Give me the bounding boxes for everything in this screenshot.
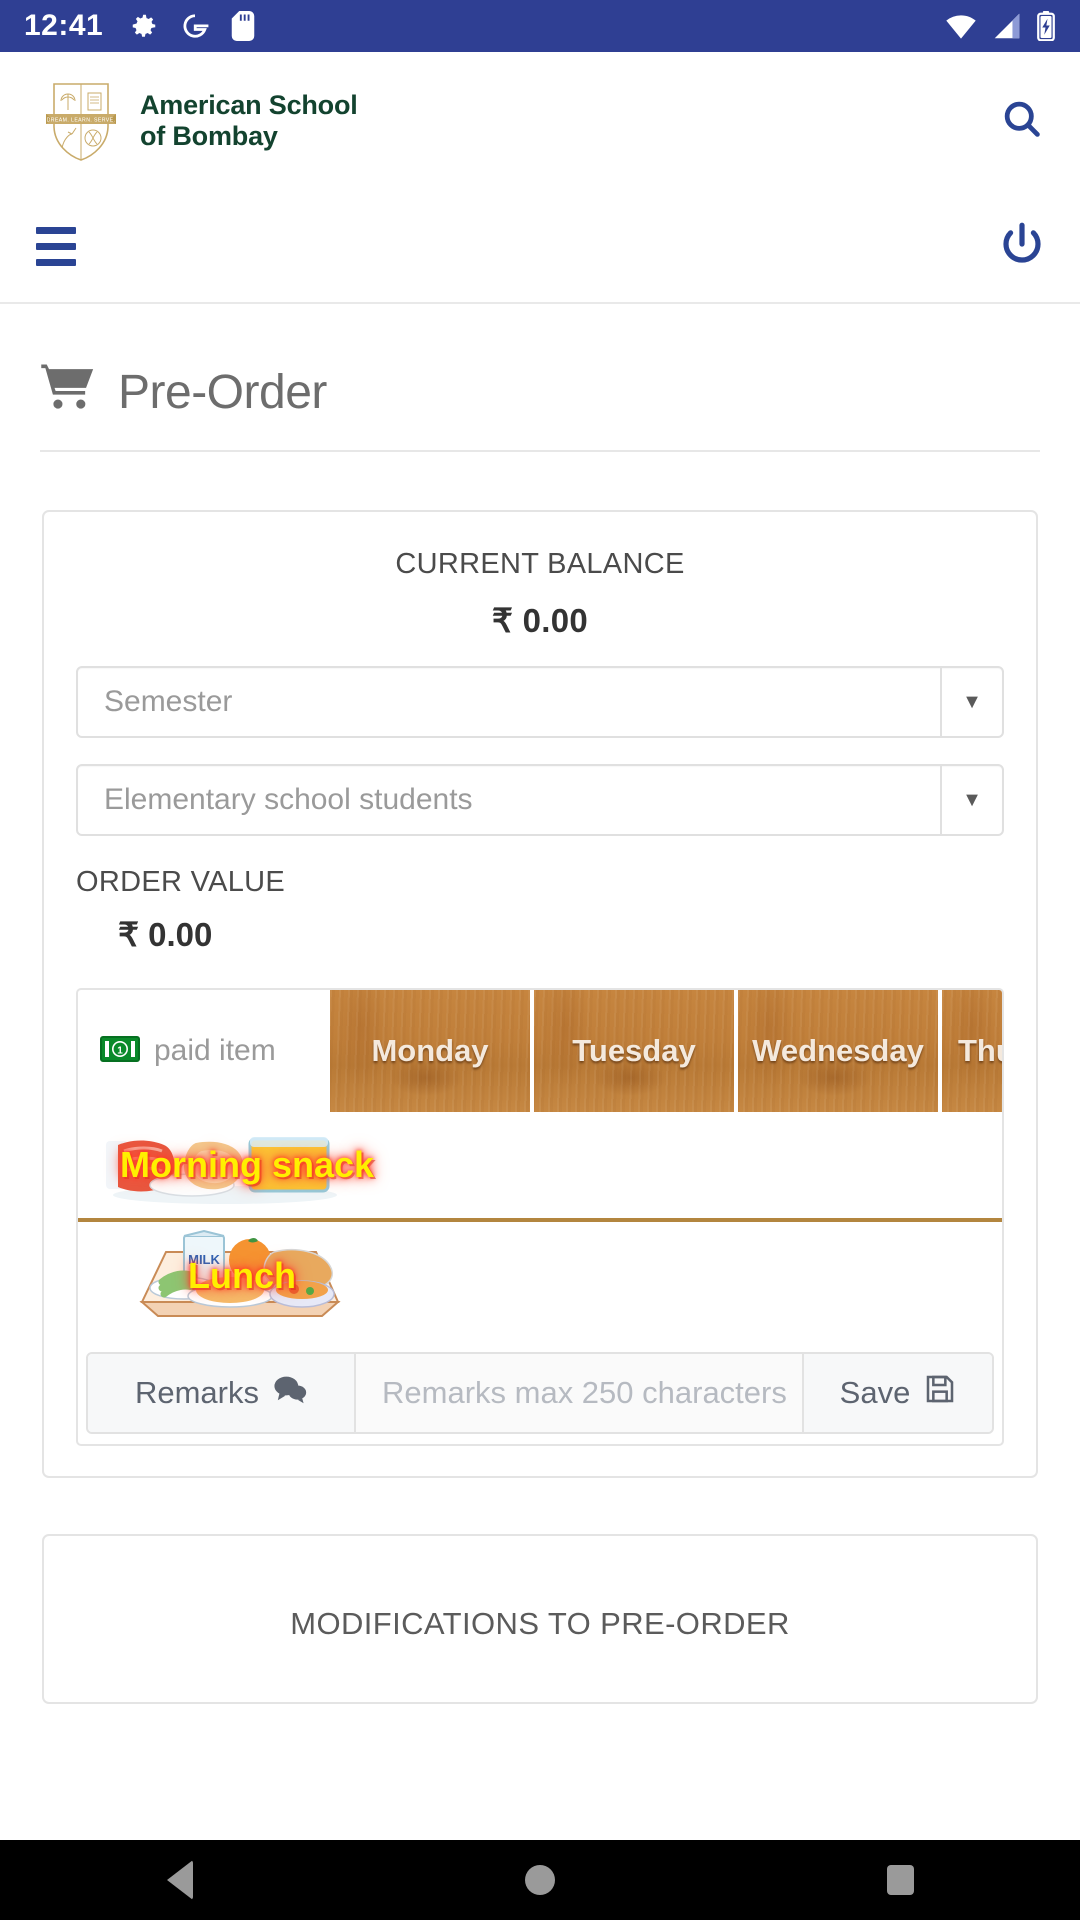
hamburger-menu-button[interactable] <box>36 224 92 268</box>
recents-square-icon <box>886 1865 914 1895</box>
logout-button[interactable] <box>992 216 1052 276</box>
secondary-nav-bar <box>0 190 1080 304</box>
hamburger-icon-line <box>36 242 76 250</box>
lunch-label: Lunch <box>188 1255 296 1296</box>
android-navigation-bar <box>0 1840 1080 1920</box>
day-columns: Monday Tuesday Wednesday Thursday <box>330 990 1002 1112</box>
student-group-select-value: Elementary school students <box>104 783 473 816</box>
modifications-title: MODIFICATIONS TO PRE-ORDER <box>290 1606 790 1641</box>
save-remarks-button[interactable]: Save <box>804 1354 992 1432</box>
google-g-icon <box>181 12 209 40</box>
search-button[interactable] <box>992 91 1052 151</box>
lunch-label-cell[interactable]: MILK Lunch <box>78 1222 418 1330</box>
chevron-down-icon[interactable]: ▼ <box>940 766 1002 834</box>
paid-item-legend: 1 paid item <box>78 990 330 1112</box>
home-circle-icon <box>525 1865 555 1895</box>
page-header: Pre-Order <box>0 304 1080 452</box>
status-bar-notification-icons <box>129 11 255 41</box>
svg-text:1: 1 <box>117 1045 123 1056</box>
brand-header: DREAM. LEARN. SERVE. American School of … <box>0 52 1080 190</box>
remarks-label-text: Remarks <box>134 1375 259 1410</box>
comment-icon <box>273 1374 307 1412</box>
shopping-cart-icon <box>40 362 96 422</box>
save-button-text: Save <box>839 1375 911 1410</box>
search-icon <box>1000 97 1044 146</box>
floppy-save-icon <box>924 1373 956 1413</box>
android-back-button[interactable] <box>120 1840 240 1920</box>
meal-row-lunch[interactable]: MILK Lunch <box>78 1218 1002 1330</box>
remarks-input[interactable]: Remarks max 250 characters <box>356 1354 804 1432</box>
android-recents-button[interactable] <box>840 1840 960 1920</box>
signal-icon <box>992 12 1022 40</box>
meal-row-morning-snack[interactable]: Morning snack <box>78 1112 1002 1218</box>
current-balance-value: ₹ 0.00 <box>491 602 589 639</box>
sd-card-icon <box>231 11 255 41</box>
svg-text:DREAM. LEARN. SERVE.: DREAM. LEARN. SERVE. <box>47 118 116 124</box>
status-bar-clock: 12:41 <box>24 9 104 42</box>
semester-select[interactable]: Semester ▼ <box>76 666 1004 738</box>
android-home-button[interactable] <box>480 1840 600 1920</box>
app-root: 12:41 DREAM. LEARN. SERVE. American Scho… <box>0 0 1080 1920</box>
order-value-label: ORDER VALUE <box>76 866 286 898</box>
gear-icon <box>129 11 159 41</box>
hamburger-icon-line <box>36 258 76 266</box>
remarks-bar: Remarks Remarks max 250 characters Save <box>86 1352 994 1434</box>
title-divider <box>40 450 1040 452</box>
battery-charging-icon <box>1036 11 1056 41</box>
power-icon <box>998 220 1046 273</box>
wifi-icon <box>944 12 978 40</box>
day-header-thursday[interactable]: Thursday <box>942 990 1002 1112</box>
money-note-icon: 1 <box>100 1035 140 1067</box>
modifications-card: MODIFICATIONS TO PRE-ORDER <box>42 1534 1038 1704</box>
back-triangle-icon <box>167 1860 193 1900</box>
day-header-tuesday[interactable]: Tuesday <box>534 990 734 1112</box>
order-value-amount: ₹ 0.00 <box>118 916 213 953</box>
student-group-select[interactable]: Elementary school students ▼ <box>76 764 1004 836</box>
status-bar-system-icons <box>944 11 1056 41</box>
day-header-monday[interactable]: Monday <box>330 990 530 1112</box>
paid-item-label: paid item <box>154 1034 276 1067</box>
chevron-down-icon[interactable]: ▼ <box>940 668 1002 736</box>
meal-schedule-table[interactable]: 1 paid item Monday Tuesday Wednesday Thu… <box>76 988 1004 1446</box>
current-balance-label: CURRENT BALANCE <box>395 548 685 580</box>
brand-title: American School of Bombay <box>140 90 358 153</box>
status-bar: 12:41 <box>0 0 1080 52</box>
morning-snack-label: Morning snack <box>120 1144 375 1185</box>
morning-snack-label-cell[interactable]: Morning snack <box>78 1112 418 1218</box>
meal-table-header-row: 1 paid item Monday Tuesday Wednesday Thu… <box>78 990 1002 1112</box>
page-title-text: Pre-Order <box>118 365 327 419</box>
brand-title-line1: American School <box>140 89 358 120</box>
hamburger-icon-line <box>36 226 76 234</box>
day-header-wednesday[interactable]: Wednesday <box>738 990 938 1112</box>
school-crest-icon: DREAM. LEARN. SERVE. <box>44 78 118 164</box>
pre-order-card: CURRENT BALANCE ₹ 0.00 Semester ▼ Elemen… <box>42 510 1038 1478</box>
page-title: Pre-Order <box>40 362 1040 422</box>
remarks-label-button[interactable]: Remarks <box>88 1354 356 1432</box>
semester-select-value: Semester <box>104 685 233 718</box>
brand-title-line2: of Bombay <box>140 121 278 151</box>
